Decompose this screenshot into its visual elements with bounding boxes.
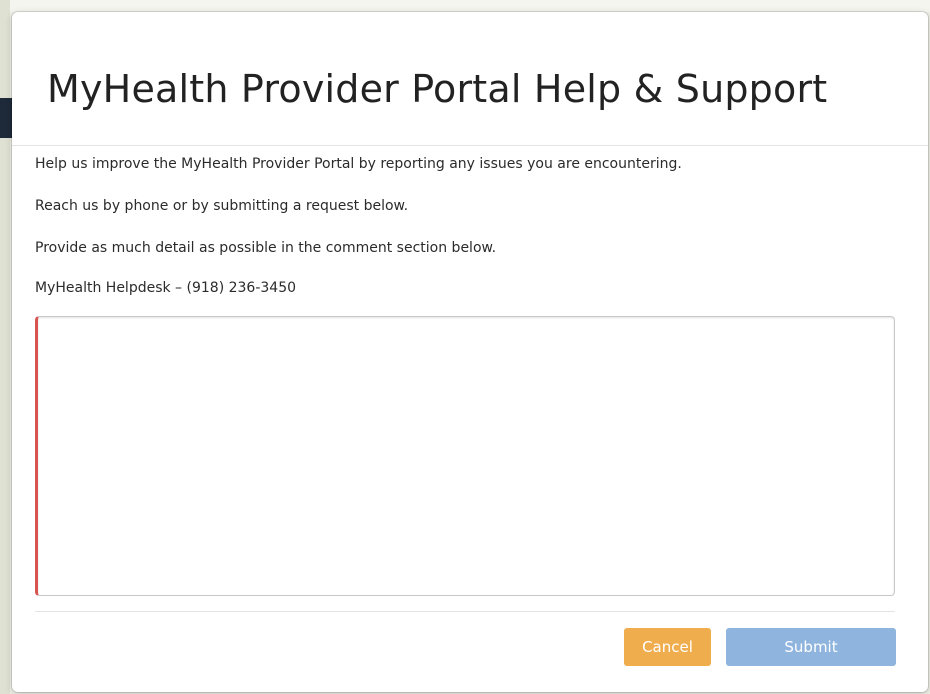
modal-title: MyHealth Provider Portal Help & Support	[47, 67, 828, 111]
footer-divider	[35, 611, 895, 612]
modal-header: MyHealth Provider Portal Help & Support	[12, 12, 928, 146]
detail-instructions-text: Provide as much detail as possible in th…	[35, 240, 497, 256]
backdrop-top-bar	[0, 0, 930, 12]
intro-text: Help us improve the MyHealth Provider Po…	[35, 156, 682, 172]
contact-instructions-text: Reach us by phone or by submitting a req…	[35, 198, 409, 214]
comment-textarea[interactable]	[35, 316, 895, 596]
helpdesk-phone-text: MyHealth Helpdesk – (918) 236-3450	[35, 280, 297, 296]
cancel-button[interactable]: Cancel	[624, 628, 711, 666]
submit-button[interactable]: Submit	[726, 628, 896, 666]
